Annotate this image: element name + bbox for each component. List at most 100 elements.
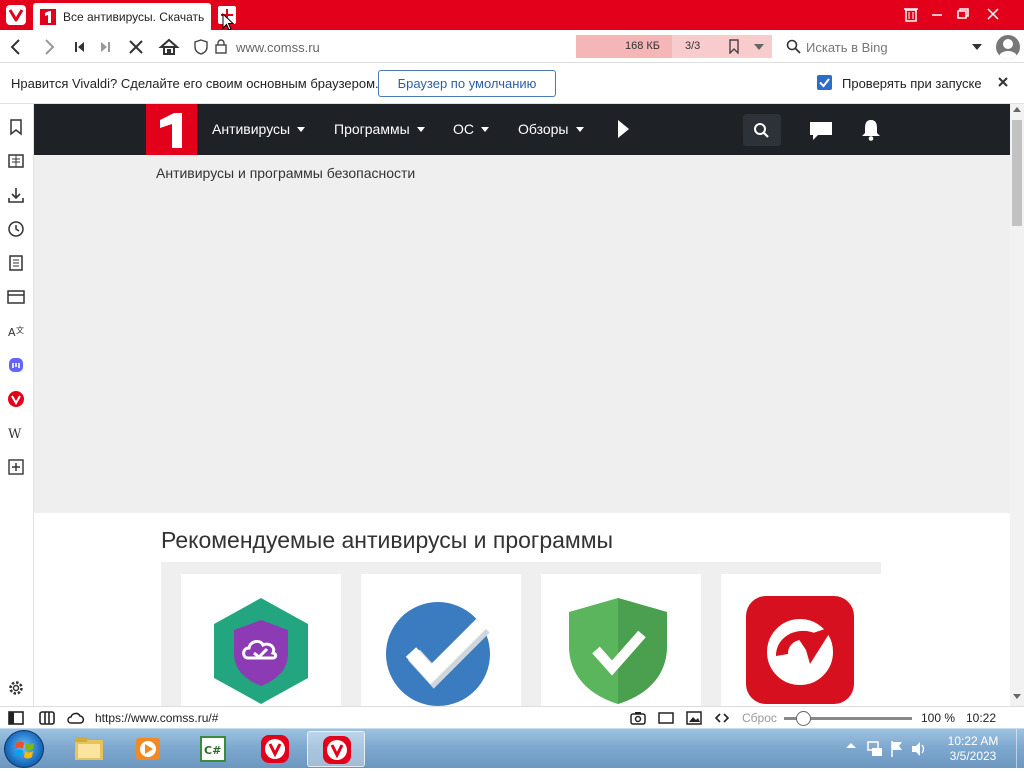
close-window-button[interactable] (982, 4, 1004, 24)
tab-bar: Все антивирусы. Скачать бесплатные антив… (0, 0, 1024, 31)
stop-loading-button[interactable] (125, 36, 147, 58)
zoom-reset-button[interactable]: Сброс (742, 711, 777, 725)
code-icon (714, 713, 730, 723)
scroll-up-arrow-icon[interactable] (1013, 107, 1021, 112)
camera-icon (630, 712, 646, 725)
recommended-title: Рекомендуемые антивирусы и программы (161, 527, 614, 553)
scrollbar-thumb[interactable] (1012, 120, 1022, 226)
image-icon (686, 711, 702, 725)
check-on-startup-checkbox[interactable] (817, 75, 832, 90)
restore-icon (957, 8, 969, 19)
default-browser-notification: Нравится Vivaldi? Сделайте его своим осн… (0, 63, 1024, 104)
comss-logo-icon (160, 113, 182, 148)
profile-button[interactable] (996, 35, 1020, 59)
network-icon[interactable] (867, 741, 882, 756)
vivaldi-menu-button[interactable] (6, 5, 26, 25)
search-engine-chevron-icon (972, 44, 982, 50)
add-panel-button[interactable] (7, 458, 25, 476)
reading-list-panel-button[interactable] (7, 152, 25, 170)
wikipedia-panel-button[interactable]: W (7, 424, 25, 442)
nav-reviews[interactable]: Обзоры (518, 121, 584, 137)
taskbar-vivaldi[interactable] (246, 731, 304, 767)
stop-icon (129, 40, 143, 54)
notes-icon (9, 255, 23, 271)
taskbar-clock[interactable]: 10:22 AM 3/5/2023 (934, 734, 1012, 764)
csharp-file-icon: C# (200, 736, 226, 762)
address-bar: www.comss.ru 168 КБ 3/3 Искать в Bing (0, 30, 1024, 63)
site-logo[interactable] (146, 104, 197, 155)
taskbar-explorer[interactable] (60, 731, 118, 767)
url-field[interactable]: www.comss.ru 168 КБ 3/3 (188, 35, 772, 58)
settings-button[interactable] (7, 679, 25, 697)
recommended-section: Рекомендуемые антивирусы и программы (34, 513, 1010, 706)
arrow-right-icon (45, 39, 55, 55)
page-scrollbar[interactable] (1010, 104, 1024, 706)
images-toggle-button[interactable] (686, 711, 702, 725)
vivaldi-icon (323, 736, 351, 764)
downloads-panel-button[interactable] (7, 186, 25, 204)
page-size-indicator: 168 КБ (576, 35, 672, 58)
trash-icon (904, 8, 918, 22)
notes-panel-button[interactable] (7, 254, 25, 272)
product-card[interactable] (541, 574, 701, 706)
page-tiling-button[interactable] (658, 711, 674, 725)
side-panel: A文 W (0, 104, 34, 706)
forward-button[interactable] (38, 36, 60, 58)
svg-text:文: 文 (16, 325, 24, 335)
chat-icon[interactable] (809, 121, 833, 141)
restore-button[interactable] (952, 4, 974, 24)
show-desktop-button[interactable] (1016, 729, 1024, 769)
bell-icon[interactable] (861, 119, 881, 141)
status-bar: https://www.comss.ru/# Сброс 100 % 10:22… (0, 706, 1024, 739)
rewind-button[interactable] (68, 36, 90, 58)
nav-programs-label: Программы (334, 121, 410, 137)
tab-comss[interactable]: Все антивирусы. Скачать бесплатные антив… (33, 3, 211, 30)
tray-chevron-up-icon[interactable] (846, 743, 856, 748)
taskbar-time: 10:22 AM (947, 734, 999, 748)
windows-taskbar: C# 10:22 AM 3/5/2023 (0, 728, 1024, 769)
scroll-down-arrow-icon[interactable] (1013, 694, 1021, 699)
zoom-slider-thumb[interactable] (795, 711, 811, 726)
fast-forward-button[interactable] (95, 36, 117, 58)
system-tray[interactable] (846, 739, 926, 759)
start-button[interactable] (4, 730, 44, 768)
history-panel-button[interactable] (7, 220, 25, 238)
product-card[interactable] (181, 574, 341, 706)
toggle-panel-button[interactable] (8, 711, 24, 725)
media-player-icon (136, 738, 160, 760)
home-button[interactable] (158, 36, 180, 58)
product-card[interactable] (721, 574, 881, 706)
breadcrumb[interactable]: Антивирусы и программы безопасности (156, 165, 415, 181)
taskbar-csharp-editor[interactable]: C# (184, 731, 242, 767)
set-default-browser-button[interactable]: Браузер по умолчанию (378, 70, 556, 97)
taskbar-vivaldi-active[interactable] (307, 731, 365, 767)
notification-text: Нравится Vivaldi? Сделайте его своим осн… (11, 76, 379, 91)
arrow-left-icon (10, 39, 20, 55)
sync-button[interactable] (67, 711, 85, 725)
mastodon-panel-button[interactable] (7, 356, 25, 374)
back-button[interactable] (5, 36, 27, 58)
trend-micro-logo-icon (746, 596, 854, 704)
volume-icon[interactable] (912, 742, 925, 756)
translate-icon: A文 (8, 325, 24, 339)
closed-tabs-trash-button[interactable] (900, 4, 922, 24)
close-notification-button[interactable] (996, 75, 1010, 89)
product-card[interactable] (361, 574, 521, 706)
action-center-flag-icon[interactable] (891, 741, 902, 757)
bookmarks-panel-button[interactable] (7, 118, 25, 136)
minimize-button[interactable] (926, 4, 948, 24)
site-search-button[interactable] (743, 114, 781, 146)
capture-page-button[interactable] (630, 711, 646, 725)
search-field[interactable]: Искать в Bing (780, 35, 990, 58)
nav-programs[interactable]: Программы (334, 121, 425, 137)
tab-tiling-button[interactable] (39, 711, 55, 725)
nav-os[interactable]: ОС (453, 121, 489, 137)
nav-antivirus[interactable]: Антивирусы (212, 121, 306, 137)
nav-more-arrow-icon[interactable] (618, 120, 629, 138)
vivaldi-panel-button[interactable] (7, 390, 25, 408)
page-actions-button[interactable] (714, 711, 730, 725)
history-icon (8, 221, 24, 237)
translate-panel-button[interactable]: A文 (7, 322, 25, 340)
window-panel-button[interactable] (7, 288, 25, 306)
taskbar-media-player[interactable] (119, 731, 177, 767)
